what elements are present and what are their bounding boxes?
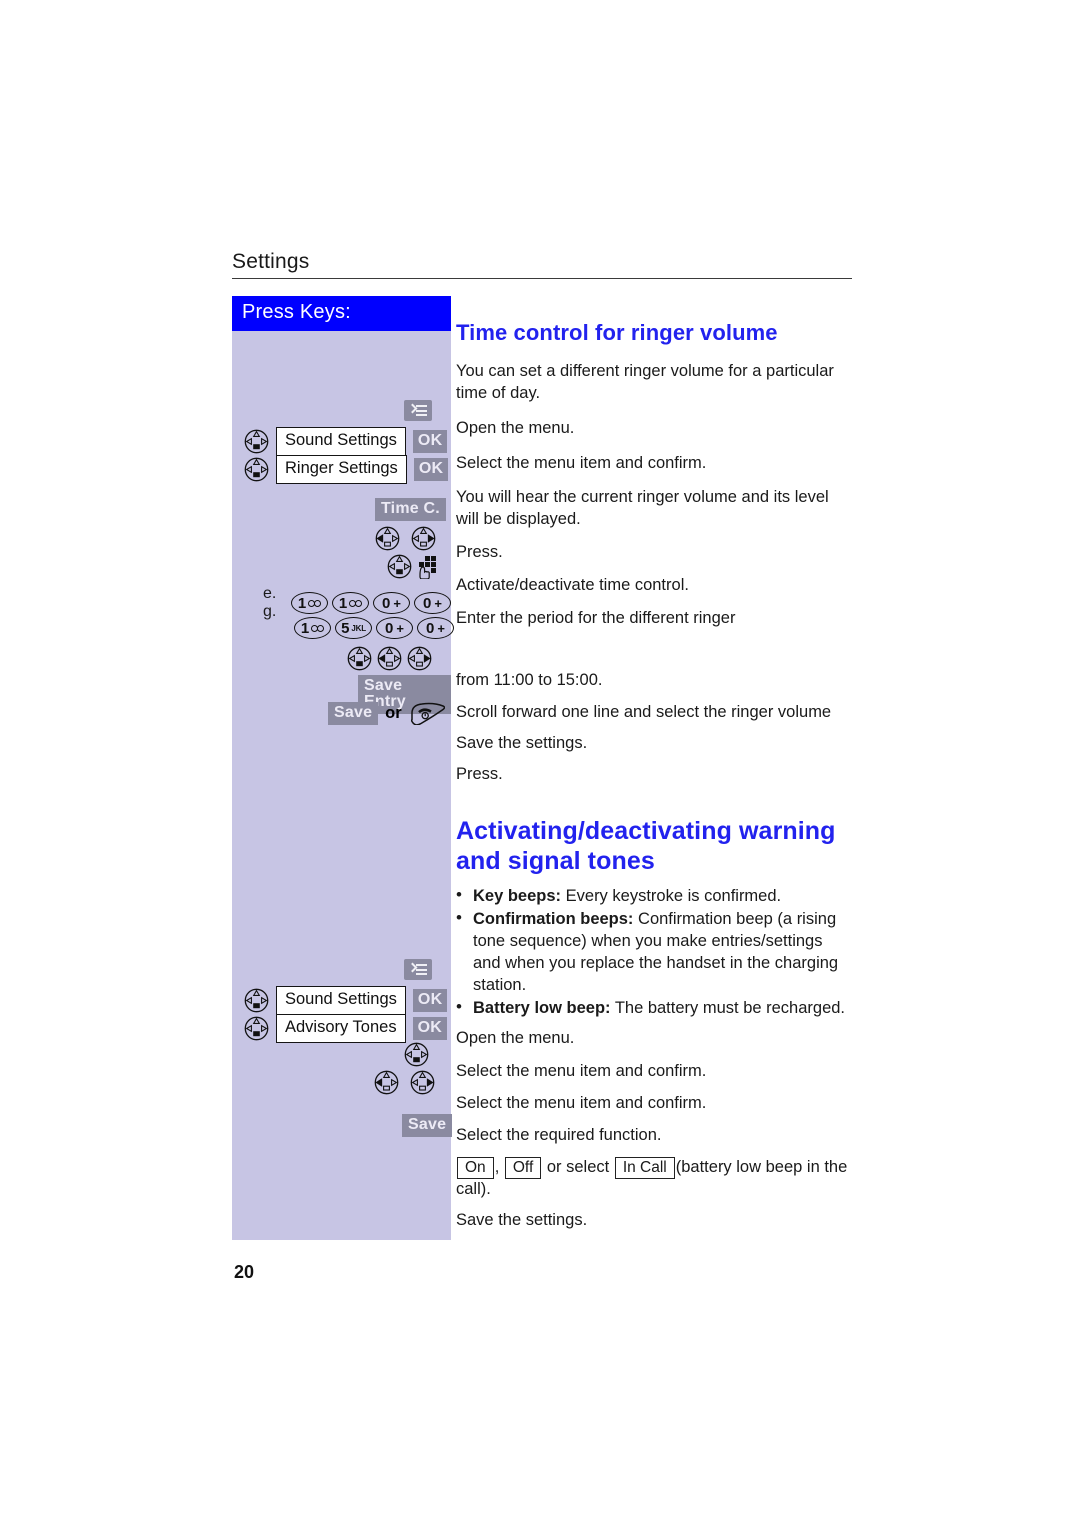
in-call-option-button[interactable]: In Call: [614, 1156, 675, 1180]
manual-page: Settings Press Keys: Sound Settings OK R…: [0, 0, 1080, 1528]
or-label: or: [385, 703, 402, 722]
option-selection-line: On, Off or select In Call (battery low be…: [456, 1156, 852, 1202]
list-item: Confirmation beeps: Confirmation beep (a…: [456, 907, 852, 996]
bullet-term-key-beeps: Key beeps:: [473, 886, 562, 905]
key-row-left-right-nav: [375, 526, 436, 551]
step-save-settings-2: Save the settings.: [456, 1211, 588, 1230]
step-press-2: Press.: [456, 765, 503, 784]
key-row-advisory-tones: Advisory Tones OK: [244, 1014, 447, 1043]
menu-item-ringer-settings[interactable]: Ringer Settings: [276, 455, 407, 484]
option-comma: ,: [494, 1157, 500, 1176]
key-row-nav-select: [404, 1042, 429, 1067]
menu-item-advisory-tones[interactable]: Advisory Tones: [276, 1014, 406, 1043]
option-middle-text: or select: [546, 1157, 610, 1176]
running-head: Settings: [232, 250, 852, 279]
save-softkey[interactable]: Save: [402, 1114, 453, 1137]
digit-key-0[interactable]: 0 +: [417, 617, 454, 639]
step-activate-time-control: Activate/deactivate time control.: [456, 576, 689, 595]
navigation-key-icon[interactable]: [244, 429, 269, 454]
key-row-sound-settings-2: Sound Settings OK: [244, 986, 448, 1015]
keypad-icon[interactable]: [417, 555, 441, 580]
step-open-menu-2: Open the menu.: [456, 1029, 575, 1048]
page-title: Settings: [232, 250, 310, 273]
step-save-settings-1: Save the settings.: [456, 734, 588, 753]
digit-key-0[interactable]: 0 +: [414, 592, 451, 614]
step-scroll-select-volume: Scroll forward one line and select the r…: [456, 703, 832, 722]
menu-icon[interactable]: [404, 400, 432, 421]
digit-key-5[interactable]: 5 JKL: [335, 617, 372, 639]
ok-softkey[interactable]: OK: [412, 429, 448, 453]
step-hear-volume: You will hear the current ringer volume …: [456, 487, 829, 528]
digit-key-1[interactable]: 1: [294, 617, 331, 639]
section-title-time-control: Time control for ringer volume: [456, 320, 778, 345]
key-row-save-or-hangup: Save or: [328, 701, 445, 726]
navigation-key-left-icon[interactable]: [377, 646, 402, 671]
digit-key-0[interactable]: 0 +: [376, 617, 413, 639]
list-item: Battery low beep: The battery must be re…: [456, 996, 852, 1019]
ok-softkey[interactable]: OK: [412, 988, 448, 1012]
off-option-button[interactable]: Off: [504, 1156, 542, 1180]
navigation-key-icon[interactable]: [244, 988, 269, 1013]
navigation-key-down-icon[interactable]: [347, 646, 372, 671]
press-keys-panel-header: Press Keys:: [232, 296, 451, 331]
navigation-key-left-icon[interactable]: [375, 526, 400, 551]
hangup-key-icon[interactable]: [409, 701, 445, 726]
digit-key-1[interactable]: 1: [332, 592, 369, 614]
key-row-sound-settings-1: Sound Settings OK: [244, 427, 448, 456]
bullet-term-battery-low-beep: Battery low beep:: [473, 999, 611, 1018]
digit-key-1[interactable]: 1: [291, 592, 328, 614]
ok-softkey[interactable]: OK: [413, 457, 449, 481]
ok-softkey[interactable]: OK: [412, 1016, 447, 1040]
key-row-example-2: 1 5 JKL 0 + 0 +: [294, 617, 454, 639]
navigation-key-right-icon[interactable]: [410, 1070, 435, 1095]
header-rule: [232, 278, 852, 279]
example-label: e. g.: [263, 585, 277, 620]
navigation-key-icon[interactable]: [387, 554, 412, 579]
digit-key-0[interactable]: 0 +: [373, 592, 410, 614]
bullet-text-key-beeps: Every keystroke is confirmed.: [561, 886, 782, 905]
press-keys-panel: Press Keys: Sound Settings OK Ringer Set…: [232, 296, 454, 1240]
key-row-save-2: Save: [402, 1114, 453, 1137]
page-number: 20: [234, 1262, 255, 1282]
section-intro: You can set a different ringer volume fo…: [456, 361, 834, 402]
bullet-term-confirmation-beeps: Confirmation beeps:: [473, 909, 634, 928]
key-row-left-right-nav-2: [374, 1070, 435, 1095]
navigation-key-icon[interactable]: [404, 1042, 429, 1067]
menu-icon[interactable]: [404, 959, 432, 980]
key-row-menu-2: [404, 959, 432, 980]
step-select-confirm-1: Select the menu item and confirm.: [456, 454, 707, 473]
navigation-key-icon[interactable]: [244, 1016, 269, 1041]
bullet-text-battery-low-beep: The battery must be recharged.: [610, 999, 846, 1018]
key-row-three-nav: [347, 646, 432, 671]
navigation-key-right-icon[interactable]: [407, 646, 432, 671]
list-item: Key beeps: Every keystroke is confirmed.: [456, 884, 852, 907]
tone-types-list: Key beeps: Every keystroke is confirmed.…: [456, 884, 852, 1020]
step-enter-period: Enter the period for the different ringe…: [456, 608, 736, 627]
step-select-confirm-2: Select the menu item and confirm.: [456, 1062, 707, 1081]
save-softkey[interactable]: Save: [328, 701, 379, 725]
step-select-confirm-3: Select the menu item and confirm.: [456, 1093, 707, 1112]
navigation-key-right-icon[interactable]: [411, 526, 436, 551]
step-select-function: Select the required function.: [456, 1125, 662, 1144]
navigation-key-icon[interactable]: [244, 457, 269, 482]
instructions-column: Time control for ringer volume You can s…: [456, 296, 852, 1232]
step-press-1: Press.: [456, 543, 503, 562]
key-row-example-1: e. g. 1 1 0 + 0 +: [263, 585, 451, 621]
menu-item-sound-settings[interactable]: Sound Settings: [276, 986, 406, 1015]
key-row-time-control: Time C.: [375, 498, 446, 521]
time-control-softkey[interactable]: Time C.: [375, 498, 446, 521]
key-row-menu-1: [404, 400, 432, 421]
on-option-button[interactable]: On: [457, 1156, 494, 1180]
key-row-ringer-settings: Ringer Settings OK: [244, 455, 449, 484]
key-row-nav-keypad: [387, 554, 441, 580]
step-open-menu-1: Open the menu.: [456, 419, 575, 438]
step-from-to: from 11:00 to 15:00.: [456, 670, 603, 689]
menu-item-sound-settings[interactable]: Sound Settings: [276, 427, 406, 456]
navigation-key-left-icon[interactable]: [374, 1070, 399, 1095]
section-title-warning-tones: Activating/deactivating warning and sign…: [456, 816, 836, 876]
